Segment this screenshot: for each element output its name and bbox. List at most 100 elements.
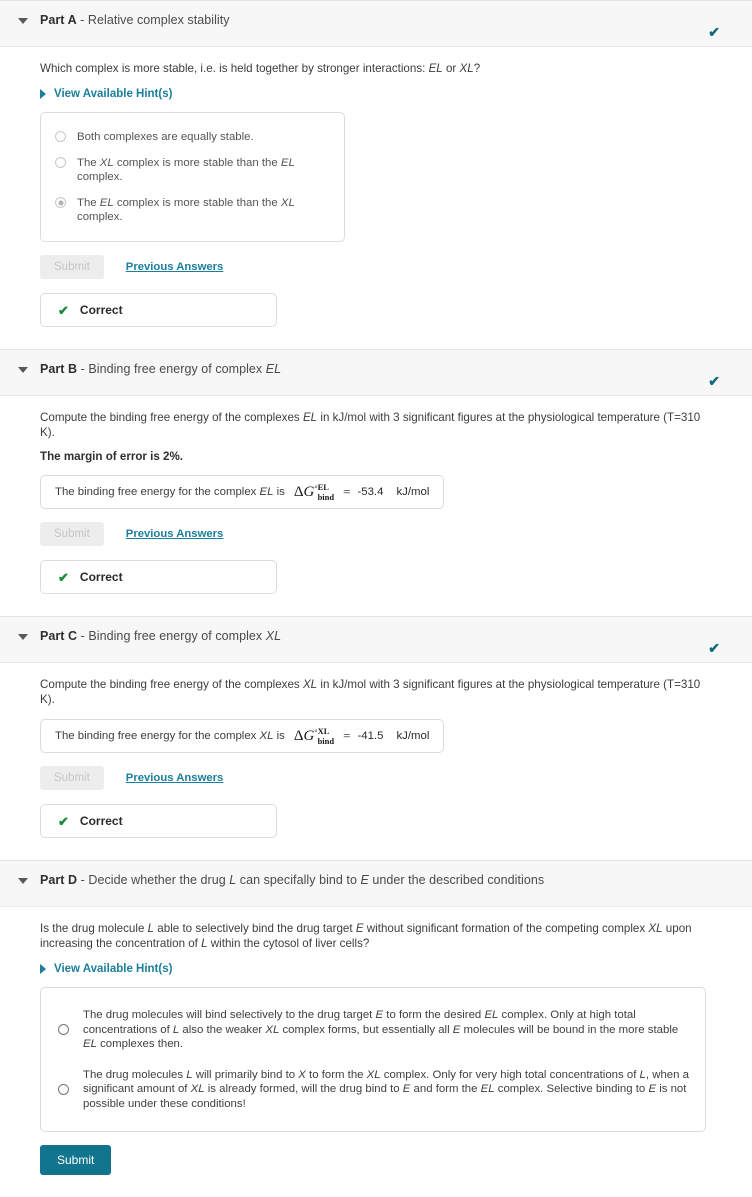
chevron-down-icon[interactable] — [18, 18, 28, 24]
part-subtitle: Binding free energy of complex EL — [88, 362, 282, 376]
g-glyph: G — [303, 483, 315, 500]
part-section-a: Part A - Relative complex stability ✔ Whic… — [0, 0, 752, 349]
choice-label: Both complexes are equally stable. — [77, 131, 254, 143]
view-hints-link[interactable]: View Available Hint(s) — [40, 963, 172, 975]
radio-button[interactable] — [58, 1083, 69, 1095]
part-title: Part A - Relative complex stability — [40, 13, 230, 28]
submit-row: Submit Previous Answers — [40, 522, 712, 546]
part-separator: - — [77, 362, 89, 376]
equals-sign: = — [343, 484, 351, 499]
part-header[interactable]: Part D - Decide whether the drug L can s… — [0, 860, 752, 907]
correct-feedback-box: ✔ Correct — [40, 804, 277, 838]
sup-sub-group: XL bind — [318, 727, 335, 745]
question-text: Compute the binding free energy of the c… — [40, 678, 701, 706]
margin-of-error-note: The margin of error is 2%. — [40, 450, 184, 463]
correct-label: Correct — [79, 814, 123, 828]
part-body: Compute the binding free energy of the c… — [0, 396, 752, 616]
question-text: Compute the binding free energy of the c… — [40, 411, 701, 439]
view-hints-label: View Available Hint(s) — [54, 963, 173, 975]
part-label: Part D — [40, 873, 78, 887]
choice-option[interactable]: The XL complex is more stable than the E… — [55, 150, 330, 190]
part-body: Is the drug molecule L able to selective… — [0, 907, 752, 1197]
answer-choices-panel: Both complexes are equally stable. The XL… — [40, 112, 345, 242]
answer-input-box[interactable]: The binding free energy for the complex … — [40, 719, 445, 753]
delta-g-bind-symbol: Δ G ° EL bind — [294, 483, 334, 501]
part-title: Part D - Decide whether the drug L can s… — [40, 873, 544, 888]
part-title: Part B - Binding free energy of complex … — [40, 362, 281, 377]
correct-feedback-box: ✔ Correct — [40, 560, 277, 594]
part-header[interactable]: Part A - Relative complex stability ✔ — [0, 0, 752, 47]
subscript-label: bind — [317, 491, 335, 502]
part-separator: - — [77, 873, 89, 887]
part-separator: - — [77, 629, 89, 643]
part-separator: - — [76, 13, 88, 27]
answer-prefix-label: The binding free energy for the complex … — [55, 730, 285, 742]
check-icon: ✔ — [58, 813, 69, 829]
submit-button[interactable]: Submit — [40, 1145, 112, 1175]
submit-button[interactable]: Submit — [40, 255, 104, 279]
assignment-page: Part A - Relative complex stability ✔ Whic… — [0, 0, 752, 1197]
part-section-d: Part D - Decide whether the drug L can s… — [0, 860, 752, 1197]
part-subtitle: Binding free energy of complex XL — [88, 629, 282, 643]
chevron-right-icon — [40, 964, 46, 974]
previous-answers-link[interactable]: Previous Answers — [126, 772, 224, 784]
chevron-down-icon[interactable] — [18, 878, 28, 884]
part-subtitle: Decide whether the drug L can specifally… — [88, 873, 545, 887]
part-subtitle: Relative complex stability — [87, 13, 230, 27]
correct-label: Correct — [79, 570, 123, 584]
previous-answers-link[interactable]: Previous Answers — [126, 261, 224, 273]
submit-row: Submit — [40, 1145, 712, 1175]
choice-label: The drug molecules L will primarily bind… — [83, 1068, 689, 1110]
submit-button[interactable]: Submit — [40, 766, 104, 790]
correct-label: Correct — [79, 303, 123, 317]
delta-glyph: Δ — [293, 727, 304, 744]
choice-option[interactable]: The drug molecules will bind selectively… — [55, 1000, 689, 1060]
part-complete-check-icon: ✔ — [708, 373, 720, 389]
question-text: Which complex is more stable, i.e. is he… — [40, 62, 481, 75]
part-body: Which complex is more stable, i.e. is he… — [0, 47, 752, 349]
view-hints-label: View Available Hint(s) — [54, 88, 173, 100]
view-hints-link[interactable]: View Available Hint(s) — [40, 88, 172, 100]
answer-units: kJ/mol — [396, 730, 430, 742]
answer-choices-panel: The drug molecules will bind selectively… — [40, 987, 706, 1132]
answer-prefix-label: The binding free energy for the complex … — [55, 486, 285, 498]
chevron-down-icon[interactable] — [18, 634, 28, 640]
question-text: Is the drug molecule L able to selective… — [40, 922, 692, 950]
answer-input-box[interactable]: The binding free energy for the complex … — [40, 475, 445, 509]
part-complete-check-icon: ✔ — [708, 640, 720, 656]
part-section-b: Part B - Binding free energy of complex … — [0, 349, 752, 616]
check-icon: ✔ — [58, 302, 69, 318]
part-label: Part B — [40, 362, 78, 376]
submit-row: Submit Previous Answers — [40, 766, 712, 790]
choice-option[interactable]: The drug molecules L will primarily bind… — [55, 1060, 689, 1120]
choice-label: The drug molecules will bind selectively… — [83, 1009, 679, 1050]
delta-glyph: Δ — [293, 483, 304, 500]
chevron-down-icon[interactable] — [18, 367, 28, 373]
submit-button[interactable]: Submit — [40, 522, 104, 546]
choice-option[interactable]: The EL complex is more stable than the X… — [55, 190, 330, 230]
answer-value[interactable]: -53.4 — [357, 486, 387, 498]
superscript-label: EL — [317, 482, 329, 492]
part-header[interactable]: Part C - Binding free energy of complex … — [0, 616, 752, 663]
choice-label: The XL complex is more stable than the E… — [77, 157, 295, 183]
radio-button[interactable] — [55, 157, 66, 168]
choice-option[interactable]: Both complexes are equally stable. — [55, 124, 330, 150]
g-glyph: G — [303, 727, 315, 744]
part-complete-check-icon: ✔ — [708, 24, 720, 40]
previous-answers-link[interactable]: Previous Answers — [126, 528, 224, 540]
correct-feedback-box: ✔ Correct — [40, 293, 277, 327]
radio-button[interactable] — [55, 131, 66, 142]
part-label: Part C — [40, 629, 78, 643]
superscript-label: XL — [317, 726, 330, 736]
choice-label: The EL complex is more stable than the X… — [77, 197, 295, 223]
equals-sign: = — [343, 728, 351, 743]
answer-value[interactable]: -41.5 — [357, 730, 387, 742]
sup-sub-group: EL bind — [318, 483, 335, 501]
delta-g-bind-symbol: Δ G ° XL bind — [294, 727, 334, 745]
part-title: Part C - Binding free energy of complex … — [40, 629, 281, 644]
radio-button[interactable] — [55, 197, 66, 208]
part-header[interactable]: Part B - Binding free energy of complex … — [0, 349, 752, 396]
radio-button[interactable] — [58, 1024, 69, 1036]
answer-units: kJ/mol — [396, 486, 430, 498]
part-body: Compute the binding free energy of the c… — [0, 663, 752, 860]
